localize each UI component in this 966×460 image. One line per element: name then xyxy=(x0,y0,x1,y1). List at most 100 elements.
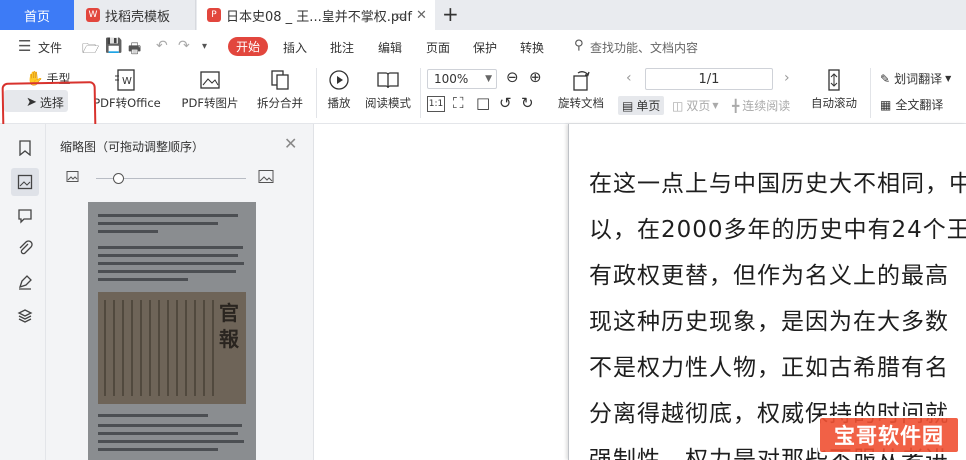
auto-scroll-button[interactable]: 自动滚动 xyxy=(806,68,862,111)
zoom-select[interactable]: 100% ▼ xyxy=(427,69,497,89)
pdf-to-image-button[interactable]: PDF转图片 xyxy=(180,68,240,111)
chevron-down-icon: ▼ xyxy=(485,74,492,84)
menu-edit[interactable]: 编辑 xyxy=(378,39,402,56)
double-page-button[interactable]: ◫ 双页 ▼ xyxy=(672,97,719,114)
split-merge-icon xyxy=(268,68,292,92)
full-translate-icon: ▦ xyxy=(880,97,892,112)
document-line: 以，在2000多年的历史中有24个王 xyxy=(589,217,966,243)
document-page[interactable]: 在这一点上与中国历史大不相同，中 以，在2000多年的历史中有24个王 有政权更… xyxy=(568,124,966,460)
thumb-text-line xyxy=(98,278,188,281)
hamburger-icon[interactable]: ☰ xyxy=(18,37,31,55)
rotate-document-icon xyxy=(569,68,593,92)
menu-bar: ☰ 文件 🗁 💾 🖶 ↶ ↷ ▾ 开始 插入 批注 编辑 页面 保护 转换 ⚲ … xyxy=(0,30,966,62)
docer-icon: W xyxy=(86,8,100,22)
menu-start-label: 开始 xyxy=(235,40,260,54)
menu-page[interactable]: 页面 xyxy=(426,39,450,56)
menu-convert[interactable]: 转换 xyxy=(520,39,544,56)
read-mode-label: 阅读模式 xyxy=(365,96,411,110)
tab-home-label: 首页 xyxy=(24,9,51,25)
layers-icon[interactable] xyxy=(13,304,37,328)
thumb-text-line xyxy=(98,214,238,217)
thumb-newspaper-image: 官報 xyxy=(98,292,246,404)
page-indicator: 1/1 xyxy=(698,71,720,87)
tab-bar: 首页 W 找稻壳模板 P 日本史08 _ 王...皇并不掌权.pdf ▭ ✕ + xyxy=(0,0,966,30)
single-page-label: 单页 xyxy=(636,99,661,113)
play-button[interactable]: 播放 xyxy=(322,68,356,111)
quick-access-dropdown-icon[interactable]: ▾ xyxy=(202,41,207,52)
prev-page-icon[interactable]: ‹ xyxy=(626,70,632,86)
save-icon[interactable]: 💾 xyxy=(105,38,122,54)
search-input[interactable]: 查找功能、文档内容 xyxy=(590,39,698,56)
thumb-text-line xyxy=(98,246,243,249)
next-page-icon[interactable]: › xyxy=(784,70,790,86)
thumb-text-line xyxy=(98,222,218,225)
tab-template-label: 找稻壳模板 xyxy=(105,9,171,25)
single-page-button[interactable]: ▤ 单页 xyxy=(618,96,665,115)
continuous-read-button[interactable]: ╋ 连续阅读 xyxy=(732,97,790,114)
attachment-icon[interactable] xyxy=(13,236,37,260)
auto-scroll-icon xyxy=(822,68,846,92)
menu-insert[interactable]: 插入 xyxy=(283,39,307,56)
auto-scroll-label: 自动滚动 xyxy=(811,96,857,110)
document-line: 不是权力性人物，正如古希腊有名 xyxy=(589,355,949,381)
actual-size-button[interactable]: 1:1 xyxy=(427,96,445,112)
chevron-down-icon: ▼ xyxy=(712,101,719,110)
tab-home[interactable]: 首页 xyxy=(0,0,74,30)
menu-file[interactable]: 文件 xyxy=(38,39,62,56)
menu-start[interactable]: 开始 xyxy=(228,37,268,56)
thumb-text-line xyxy=(98,270,236,273)
bookmark-icon[interactable] xyxy=(13,136,37,160)
new-tab-icon[interactable]: + xyxy=(442,2,459,26)
book-icon xyxy=(375,68,401,92)
rotate-right-icon[interactable]: ↻ xyxy=(521,94,534,112)
rotate-left-icon[interactable]: ↺ xyxy=(499,94,512,112)
comment-icon[interactable] xyxy=(13,204,37,228)
pdf-to-image-label: PDF转图片 xyxy=(181,96,239,110)
split-merge-label: 拆分合并 xyxy=(257,96,303,110)
document-line: 在这一点上与中国历史大不相同，中 xyxy=(589,171,966,197)
menu-annotate[interactable]: 批注 xyxy=(330,39,354,56)
word-translate-button[interactable]: ✎ 划词翻译 ▼ xyxy=(880,70,951,87)
small-image-icon xyxy=(66,170,79,186)
pdf-to-office-icon: W xyxy=(114,68,140,92)
fit-width-icon[interactable]: □ xyxy=(476,94,490,112)
zoom-out-icon[interactable]: ⊖ xyxy=(506,68,519,86)
tab-close-icon[interactable]: ✕ xyxy=(416,8,427,23)
svg-text:W: W xyxy=(122,76,132,87)
toolbar-divider xyxy=(870,68,871,118)
thumbnail-panel-title: 缩略图（可拖动调整顺序） xyxy=(60,140,205,154)
split-merge-button[interactable]: 拆分合并 xyxy=(251,68,309,111)
zoom-value: 100% xyxy=(434,72,469,86)
document-background xyxy=(314,124,568,460)
page-thumbnail[interactable]: 官報 xyxy=(88,202,256,460)
menu-protect[interactable]: 保护 xyxy=(473,39,497,56)
rotate-document-button[interactable]: 旋转文档 xyxy=(555,68,607,111)
thumb-seal-text: 官報 xyxy=(219,301,239,351)
redo-icon[interactable]: ↷ xyxy=(178,38,190,54)
tab-template[interactable]: W 找稻壳模板 xyxy=(74,0,196,30)
read-mode-button[interactable]: 阅读模式 xyxy=(362,68,414,111)
continuous-read-icon: ╋ xyxy=(732,98,740,113)
print-icon[interactable]: 🖶 xyxy=(128,38,141,62)
thumb-text-line xyxy=(98,254,238,257)
close-icon[interactable]: ✕ xyxy=(284,134,297,153)
signature-icon[interactable] xyxy=(13,270,37,294)
pdf-icon: P xyxy=(207,8,221,22)
zoom-in-icon[interactable]: ⊕ xyxy=(529,68,542,86)
tab-document-label: 日本史08 _ 王...皇并不掌权.pdf xyxy=(226,9,412,25)
full-translate-button[interactable]: ▦ 全文翻译 xyxy=(880,96,943,113)
search-icon: ⚲ xyxy=(574,38,584,53)
tab-screen-icon[interactable]: ▭ xyxy=(395,8,406,22)
watermark-text: 宝哥软件园 xyxy=(834,424,944,448)
undo-icon[interactable]: ↶ xyxy=(156,38,168,54)
large-image-icon xyxy=(258,169,274,187)
chevron-down-icon: ▼ xyxy=(945,74,952,83)
open-folder-icon[interactable]: 🗁 xyxy=(82,38,99,62)
fit-page-icon[interactable]: ⛶ xyxy=(453,94,464,112)
slider-handle[interactable] xyxy=(113,173,124,184)
thumbnail-icon[interactable] xyxy=(11,168,39,196)
thumb-text-line xyxy=(98,432,238,435)
page-number-input[interactable]: 1/1 xyxy=(645,68,773,90)
thumb-text-line xyxy=(98,440,244,443)
pdf-to-office-button[interactable]: W PDF转Office xyxy=(92,68,162,111)
